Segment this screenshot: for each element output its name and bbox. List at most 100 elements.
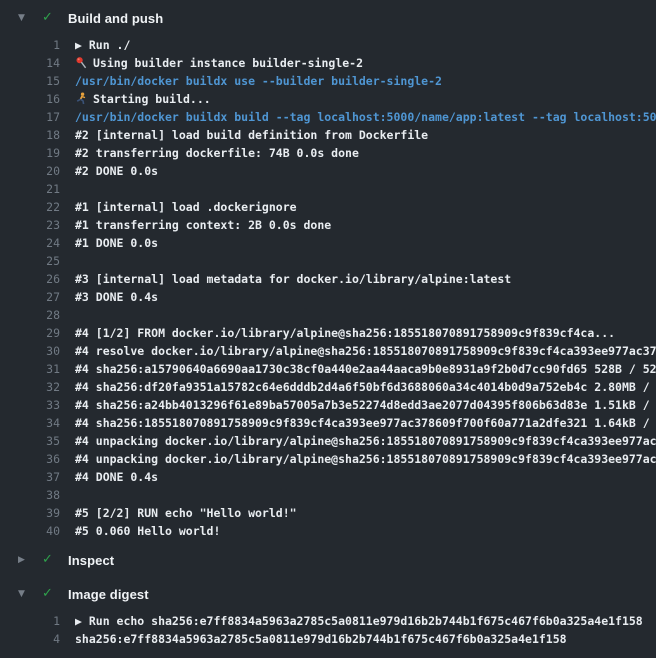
log-line: 37 #4 DONE 0.4s	[0, 468, 656, 486]
section-image-digest: ▼ ✓ Image digest 1 ▶ Run echo sha256:e7ff…	[0, 582, 656, 648]
log-line: 16 Starting build...	[0, 90, 656, 108]
pushpin-icon	[75, 56, 93, 70]
line-number-link[interactable]: 33	[0, 396, 60, 414]
log-line: 14 Using builder instance builder-single-…	[0, 54, 656, 72]
log-line: 4 sha256:e7ff8834a5963a2785c5a0811e979d16…	[0, 630, 656, 648]
line-number-link[interactable]: 38	[0, 486, 60, 504]
section-header-build-and-push[interactable]: ▼ ✓ Build and push	[0, 6, 656, 30]
chevron-down-icon[interactable]: ▼	[18, 6, 30, 30]
line-number-link[interactable]: 40	[0, 522, 60, 540]
log-text: #2 transferring dockerfile: 74B 0.0s don…	[75, 144, 359, 162]
log-line: 29 #4 [1/2] FROM docker.io/library/alpine…	[0, 324, 656, 342]
log-line: 23 #1 transferring context: 2B 0.0s done	[0, 216, 656, 234]
line-number-link[interactable]: 21	[0, 180, 60, 198]
log-line: 27 #3 DONE 0.4s	[0, 288, 656, 306]
line-number-link[interactable]: 39	[0, 504, 60, 522]
log-text: #5 0.060 Hello world!	[75, 522, 220, 540]
log-text: #3 DONE 0.4s	[75, 288, 158, 306]
line-number-link[interactable]: 29	[0, 324, 60, 342]
section-title: Image digest	[68, 587, 149, 602]
line-number-link[interactable]: 23	[0, 216, 60, 234]
log-line: 36 #4 unpacking docker.io/library/alpine@…	[0, 450, 656, 468]
chevron-down-icon[interactable]: ▼	[18, 582, 30, 606]
runner-icon	[75, 92, 93, 106]
log-line: 33 #4 sha256:a24bb4013296f61e89ba57005a7b…	[0, 396, 656, 414]
line-number-link[interactable]: 1	[0, 612, 60, 630]
log-line: 18 #2 [internal] load build definition fr…	[0, 126, 656, 144]
log-line: 25	[0, 252, 656, 270]
log-line: 22 #1 [internal] load .dockerignore	[0, 198, 656, 216]
log-line: 17/usr/bin/docker buildx build --tag loc…	[0, 108, 656, 126]
line-number-link[interactable]: 14	[0, 54, 60, 72]
log-line: 26#3 [internal] load metadata for docker…	[0, 270, 656, 288]
log-text: #4 sha256:df20fa9351a15782c64e6dddb2d4a6…	[75, 378, 656, 396]
log-line: 1 ▶ Run ./	[0, 36, 656, 54]
log-line: 20#2 DONE 0.0s	[0, 162, 656, 180]
log-line: 24 #1 DONE 0.0s	[0, 234, 656, 252]
line-number-link[interactable]: 25	[0, 252, 60, 270]
section-build-and-push: ▼ ✓ Build and push 1 ▶ Run ./ 14 Using buil…	[0, 6, 656, 540]
success-check-icon: ✓	[42, 582, 56, 606]
section-inspect: ▶ ✓ Inspect	[0, 548, 656, 572]
log-text: #1 transferring context: 2B 0.0s done	[75, 216, 331, 234]
line-number-link[interactable]: 30	[0, 342, 60, 360]
log-text: Using builder instance builder-single-2	[75, 54, 363, 72]
log-text: #1 [internal] load .dockerignore	[75, 198, 297, 216]
log-line: 15/usr/bin/docker buildx use --builder b…	[0, 72, 656, 90]
log-text: sha256:e7ff8834a5963a2785c5a0811e979d16b…	[75, 630, 567, 648]
log-line: 31#4 sha256:a15790640a6690aa1730c38cf0a4…	[0, 360, 656, 378]
line-number-link[interactable]: 22	[0, 198, 60, 216]
line-number-link[interactable]: 34	[0, 414, 60, 432]
line-number-link[interactable]: 26	[0, 270, 60, 288]
line-number-link[interactable]: 17	[0, 108, 60, 126]
log-text: #4 DONE 0.4s	[75, 468, 158, 486]
log-line: 1 ▶ Run echo sha256:e7ff8834a5963a2785c5a…	[0, 612, 656, 630]
line-number-link[interactable]: 18	[0, 126, 60, 144]
workflow-log-viewer: ▼ ✓ Build and push 1▶ Run ./14Using buil…	[0, 0, 656, 658]
line-number-link[interactable]: 32	[0, 378, 60, 396]
log-lines-build-and-push: 1 ▶ Run ./ 14 Using builder instance builde…	[0, 36, 656, 540]
section-title: Build and push	[68, 11, 163, 26]
chevron-right-icon[interactable]: ▶	[18, 548, 30, 572]
line-number-link[interactable]: 1	[0, 36, 60, 54]
line-number-link[interactable]: 28	[0, 306, 60, 324]
log-line: 28	[0, 306, 656, 324]
line-number-link[interactable]: 36	[0, 450, 60, 468]
log-line: 34 #4 sha256:185518070891758909c9f839cf4c…	[0, 414, 656, 432]
log-line: 35 #4 unpacking docker.io/library/alpine@…	[0, 432, 656, 450]
log-text: #5 [2/2] RUN echo "Hello world!"	[75, 504, 297, 522]
section-title: Inspect	[68, 553, 114, 568]
line-number-link[interactable]: 35	[0, 432, 60, 450]
log-text: ▶ Run echo sha256:e7ff8834a5963a2785c5a0…	[75, 612, 643, 630]
log-line: 40 #5 0.060 Hello world!	[0, 522, 656, 540]
log-text: #4 sha256:185518070891758909c9f839cf4ca3…	[75, 414, 656, 432]
section-header-image-digest[interactable]: ▼ ✓ Image digest	[0, 582, 656, 606]
log-text: #1 DONE 0.0s	[75, 234, 158, 252]
log-text: /usr/bin/docker buildx use --builder bui…	[75, 72, 442, 90]
line-number-link[interactable]: 31	[0, 360, 60, 378]
log-text: #4 unpacking docker.io/library/alpine@sh…	[75, 432, 656, 450]
line-number-link[interactable]: 19	[0, 144, 60, 162]
log-text: #2 [internal] load build definition from…	[75, 126, 428, 144]
log-line: 32 #4 sha256:df20fa9351a15782c64e6dddb2d4…	[0, 378, 656, 396]
log-text: #4 sha256:a24bb4013296f61e89ba57005a7b3e…	[75, 396, 656, 414]
line-number-link[interactable]: 4	[0, 630, 60, 648]
line-number-link[interactable]: 16	[0, 90, 60, 108]
line-number-link[interactable]: 15	[0, 72, 60, 90]
log-text: /usr/bin/docker buildx build --tag local…	[75, 108, 656, 126]
log-line: 39 #5 [2/2] RUN echo "Hello world!"	[0, 504, 656, 522]
log-line: 19 #2 transferring dockerfile: 74B 0.0s d…	[0, 144, 656, 162]
log-text: #4 [1/2] FROM docker.io/library/alpine@s…	[75, 324, 615, 342]
log-line: 30#4 resolve docker.io/library/alpine@sh…	[0, 342, 656, 360]
log-text: ▶ Run ./	[75, 36, 130, 54]
line-number-link[interactable]: 37	[0, 468, 60, 486]
section-header-inspect[interactable]: ▶ ✓ Inspect	[0, 548, 656, 572]
line-number-link[interactable]: 20	[0, 162, 60, 180]
log-lines-image-digest: 1 ▶ Run echo sha256:e7ff8834a5963a2785c5a…	[0, 612, 656, 648]
line-number-link[interactable]: 27	[0, 288, 60, 306]
log-text: Starting build...	[75, 90, 211, 108]
log-text: #4 unpacking docker.io/library/alpine@sh…	[75, 450, 656, 468]
line-number-link[interactable]: 24	[0, 234, 60, 252]
log-line: 38	[0, 486, 656, 504]
success-check-icon: ✓	[42, 548, 56, 572]
